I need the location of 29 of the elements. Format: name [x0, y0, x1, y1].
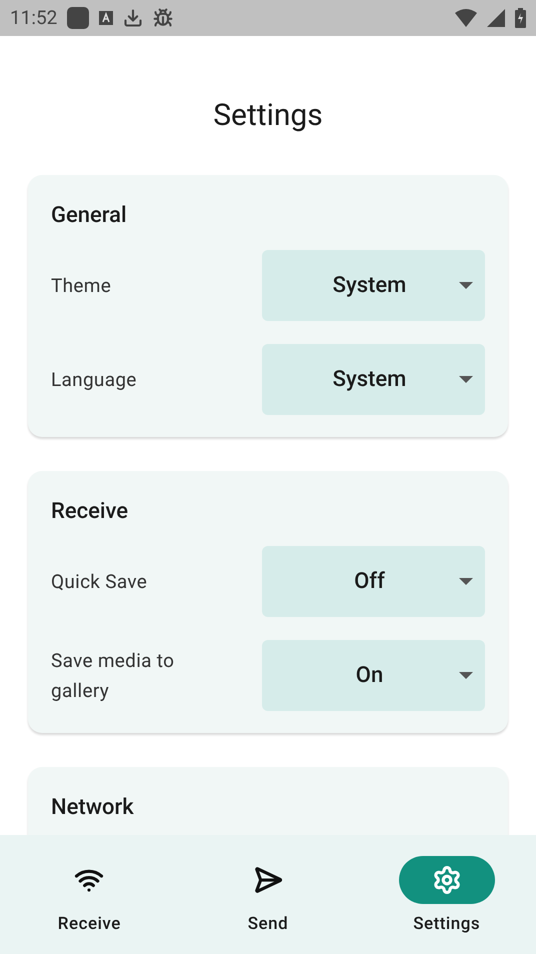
status-time: 11:52 — [10, 4, 58, 31]
dropdown[interactable]: System — [262, 344, 485, 415]
battery-icon — [515, 8, 526, 28]
nav-item[interactable]: Receive — [0, 835, 179, 954]
send-icon — [252, 865, 283, 895]
wifi-signal-icon — [455, 9, 477, 27]
app-icon — [67, 7, 90, 29]
settings-icon — [432, 865, 462, 895]
section-title: General — [51, 202, 128, 230]
dropdown[interactable]: On — [262, 640, 485, 711]
setting-label: Theme — [51, 272, 112, 298]
nav-item[interactable]: Settings — [357, 835, 536, 954]
setting-label: Save media to gallery — [51, 648, 176, 704]
caret-icon — [459, 672, 473, 679]
caret-icon — [459, 282, 473, 289]
cell-signal-icon — [487, 9, 505, 27]
caret-icon — [459, 578, 473, 585]
caret-icon — [459, 376, 473, 383]
download-icon — [123, 8, 144, 28]
section-title: Receive — [51, 498, 130, 526]
nav-item[interactable]: Send — [178, 835, 358, 954]
dropdown[interactable]: System — [262, 250, 485, 321]
page-title: Settings — [212, 97, 324, 135]
setting-label: Quick Save — [51, 568, 148, 594]
section-title: Network — [51, 794, 135, 822]
keyboard-icon — [99, 11, 114, 25]
bug-icon — [153, 8, 174, 28]
setting-label: Language — [51, 366, 138, 392]
dropdown[interactable]: Off — [262, 546, 485, 617]
